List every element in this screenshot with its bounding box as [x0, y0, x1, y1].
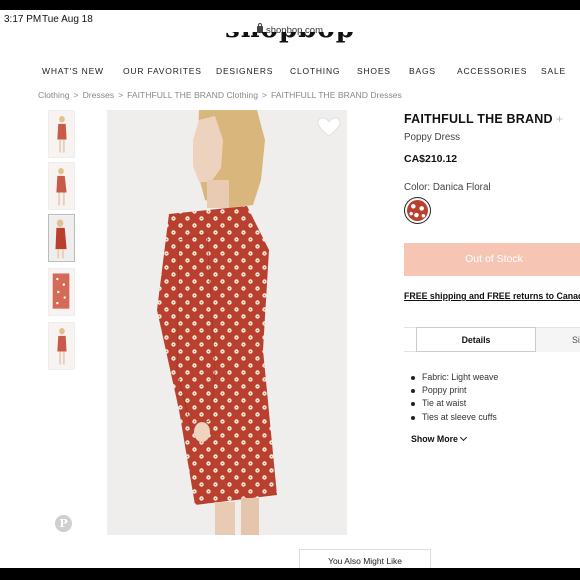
product-price: CA$210.12 [404, 153, 458, 165]
shipping-link[interactable]: FREE shipping and FREE returns to Canada [404, 291, 580, 301]
thumbnail-2[interactable] [48, 162, 75, 210]
nav-our-favorites[interactable]: OUR FAVORITES [123, 66, 202, 76]
nav-bags[interactable]: BAGS [409, 66, 436, 76]
breadcrumb: Clothing > Dresses > FAITHFULL THE BRAND Clo… [38, 90, 402, 100]
nav-whats-new[interactable]: WHAT'S NEW [42, 66, 104, 76]
status-date: Tue Aug 18 [42, 14, 93, 25]
breadcrumb-dresses[interactable]: Dresses [83, 90, 115, 100]
list-item: Ties at sleeve cuffs [411, 411, 498, 424]
out-of-stock-button[interactable]: Out of Stock [404, 243, 580, 276]
chevron-down-icon [459, 433, 467, 442]
color-label: Color: Danica Floral [404, 182, 491, 193]
nav-clothing[interactable]: CLOTHING [290, 66, 340, 76]
tab-details[interactable]: Details [416, 327, 536, 352]
product-tabs: Details Siz [404, 327, 580, 352]
show-more-link[interactable]: Show More [411, 433, 467, 444]
site-logo[interactable]: shopbop [220, 32, 360, 44]
breadcrumb-brand-dresses[interactable]: FAITHFULL THE BRAND Dresses [271, 90, 402, 100]
main-nav: WHAT'S NEW OUR FAVORITES DESIGNERS CLOTH… [0, 66, 580, 82]
nav-shoes[interactable]: SHOES [357, 66, 391, 76]
breadcrumb-separator: > [261, 90, 268, 100]
brand-name[interactable]: FAITHFULL THE BRAND [404, 112, 553, 126]
thumbnail-5[interactable] [48, 322, 75, 370]
nav-accessories[interactable]: ACCESSORIES [457, 66, 527, 76]
details-list: Fabric: Light weave Poppy print Tie at w… [411, 371, 498, 424]
thumbnail-3[interactable] [48, 214, 75, 262]
swatch-fill [407, 200, 428, 221]
show-more-label: Show More [411, 434, 458, 444]
thumbnail-4[interactable] [48, 268, 75, 316]
tab-size[interactable]: Siz [536, 327, 580, 352]
heart-icon[interactable] [316, 116, 342, 138]
follow-brand-icon[interactable]: + [556, 112, 563, 126]
breadcrumb-clothing[interactable]: Clothing [38, 90, 70, 100]
list-item: Poppy print [411, 384, 498, 397]
breadcrumb-separator: > [73, 90, 79, 100]
top-black-bar [0, 0, 580, 10]
product-name: Poppy Dress [404, 132, 461, 143]
status-time: 3:17 PM [4, 14, 42, 25]
logo-text: shopbop [220, 32, 360, 42]
pinterest-icon[interactable]: P [55, 515, 72, 532]
nav-sale[interactable]: SALE [541, 66, 566, 76]
color-swatch[interactable] [404, 197, 431, 224]
breadcrumb-separator: > [118, 90, 124, 100]
nav-designers[interactable]: DESIGNERS [216, 66, 273, 76]
list-item: Fabric: Light weave [411, 371, 498, 384]
bottom-black-bar [0, 568, 580, 580]
breadcrumb-brand-clothing[interactable]: FAITHFULL THE BRAND Clothing [127, 90, 258, 100]
product-main-image[interactable] [107, 110, 347, 535]
thumbnail-1[interactable] [48, 110, 75, 158]
list-item: Tie at waist [411, 397, 498, 410]
